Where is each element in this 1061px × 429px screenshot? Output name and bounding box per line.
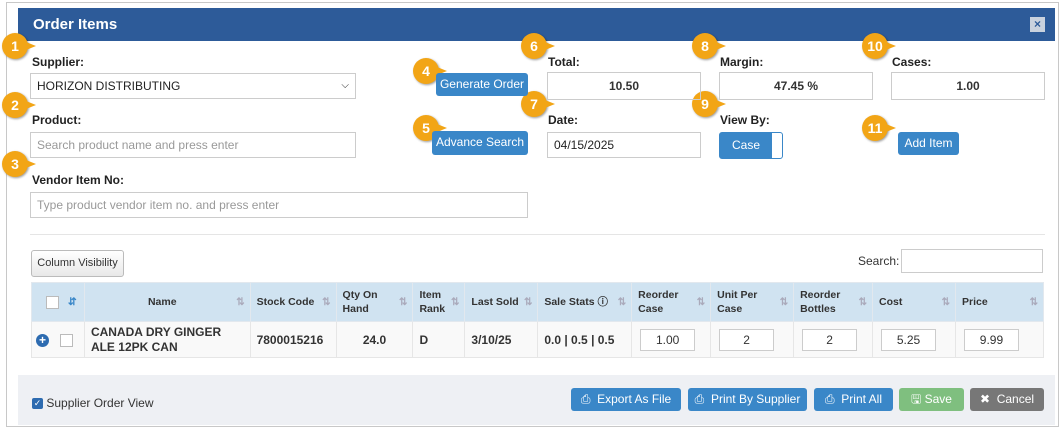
order-items-table: ⇵ Name ⇅ Stock Code ⇅ Qty On Hand ⇅ Item Ra… <box>31 282 1045 358</box>
col-item-rank[interactable]: Item Rank ⇅ <box>412 282 466 322</box>
supplier-select[interactable]: HORIZON DISTRIBUTING ⌵ <box>30 73 356 99</box>
cell-stock-code: 7800015216 <box>249 321 337 358</box>
callout-10: 10 <box>862 33 896 59</box>
add-item-button[interactable]: Add Item <box>898 132 959 155</box>
callout-8: 8 <box>692 33 726 59</box>
cases-value: 1.00 <box>891 72 1045 100</box>
search-label: Search: <box>858 254 900 268</box>
col-cost[interactable]: Cost ⇅ <box>872 282 956 322</box>
reorder-bottles-input[interactable]: 2 <box>802 328 858 351</box>
save-button[interactable]: 🖫 Save <box>899 388 964 411</box>
column-visibility-button[interactable]: Column Visibility <box>31 250 124 277</box>
cost-input[interactable]: 5.25 <box>881 328 937 351</box>
advance-search-button[interactable]: Advance Search <box>432 131 528 155</box>
col-unit-per-case[interactable]: Unit Per Case ⇅ <box>710 282 795 322</box>
col-sale-stats[interactable]: Sale Stats ⓘ ⇅ <box>537 282 633 322</box>
col-stock-code[interactable]: Stock Code ⇅ <box>249 282 337 322</box>
cell-last-sold: 3/10/25 <box>464 321 539 358</box>
cell-qty: 24.0 <box>335 321 414 358</box>
select-all-checkbox[interactable] <box>46 295 59 309</box>
callout-3: 3 <box>2 151 36 177</box>
supplier-order-view-label: Supplier Order View <box>46 396 154 410</box>
col-price[interactable]: Price ⇅ <box>954 282 1045 322</box>
cell-rank: D <box>412 321 466 358</box>
print-all-button[interactable]: ⎙ Print All <box>814 388 893 411</box>
callout-6: 6 <box>521 33 555 59</box>
supplier-label: Supplier: <box>32 55 85 69</box>
total-value: 10.50 <box>547 72 701 100</box>
select-all-header: ⇵ <box>31 282 85 322</box>
price-input[interactable]: 9.99 <box>963 328 1019 351</box>
table-search-input[interactable] <box>901 249 1043 273</box>
table-header-row: ⇵ Name ⇅ Stock Code ⇅ Qty On Hand ⇅ Item Ra… <box>31 282 1045 322</box>
callout-2: 2 <box>2 92 36 118</box>
chevron-down-icon: ⌵ <box>341 80 349 91</box>
row-checkbox[interactable] <box>60 333 74 347</box>
product-label: Product: <box>32 113 82 127</box>
export-file-button[interactable]: ⎙ Export As File <box>571 388 681 411</box>
date-label: Date: <box>548 113 579 127</box>
callout-1: 1 <box>2 33 36 59</box>
vendor-item-label: Vendor Item No: <box>32 173 125 187</box>
vendor-item-input[interactable]: Type product vendor item no. and press e… <box>30 192 528 218</box>
callout-11: 11 <box>862 115 896 141</box>
cell-sale-stats: 0.0 | 0.5 | 0.5 <box>537 321 633 358</box>
supplier-value: HORIZON DISTRIBUTING <box>37 79 181 93</box>
save-icon: 🖫 <box>911 392 922 406</box>
total-label: Total: <box>548 55 580 69</box>
margin-value: 47.45 % <box>719 72 873 100</box>
checkbox-checked-icon[interactable]: ✓ <box>32 398 43 410</box>
cell-name: CANADA DRY GINGER ALE 12PK CAN <box>83 321 251 358</box>
reorder-case-input[interactable]: 1.00 <box>640 328 696 351</box>
divider <box>30 234 1045 235</box>
printer-icon: ⎙ <box>694 392 705 406</box>
info-icon[interactable]: ⓘ <box>597 296 608 308</box>
close-icon: ✖ <box>979 392 991 406</box>
cancel-button[interactable]: ✖ Cancel <box>970 388 1044 411</box>
sort-icon[interactable]: ⇵ <box>68 296 77 308</box>
supplier-order-view-toggle[interactable]: ✓ Supplier Order View <box>32 396 154 410</box>
close-icon[interactable]: × <box>1030 17 1045 32</box>
table-row: + CANADA DRY GINGER ALE 12PK CAN 7800015… <box>31 321 1045 358</box>
printer-icon: ⎙ <box>825 392 835 406</box>
view-by-toggle[interactable]: Case <box>719 132 783 159</box>
generate-order-button[interactable]: Generate Order <box>436 73 528 96</box>
product-search-input[interactable]: Search product name and press enter <box>30 132 356 158</box>
col-reorder-case[interactable]: Reorder Case ⇅ <box>631 282 712 322</box>
cases-label: Cases: <box>892 55 932 69</box>
view-by-case: Case <box>720 133 772 158</box>
margin-label: Margin: <box>720 55 764 69</box>
col-reorder-bottles[interactable]: Reorder Bottles ⇅ <box>793 282 874 322</box>
date-input[interactable]: 04/15/2025 <box>547 132 701 158</box>
expand-row-icon[interactable]: + <box>36 333 49 347</box>
view-by-label: View By: <box>720 113 770 127</box>
printer-icon: ⎙ <box>580 392 591 406</box>
unit-per-case-input[interactable]: 2 <box>719 328 775 351</box>
dialog-footer: ✓ Supplier Order View ⎙ Export As File ⎙… <box>18 375 1055 425</box>
dialog-title: Order Items <box>33 16 118 33</box>
col-last-sold[interactable]: Last Sold ⇅ <box>464 282 539 322</box>
col-name[interactable]: Name ⇅ <box>83 282 251 322</box>
col-qty-on-hand[interactable]: Qty On Hand ⇅ <box>335 282 414 322</box>
print-by-supplier-button[interactable]: ⎙ Print By Supplier <box>688 388 807 411</box>
